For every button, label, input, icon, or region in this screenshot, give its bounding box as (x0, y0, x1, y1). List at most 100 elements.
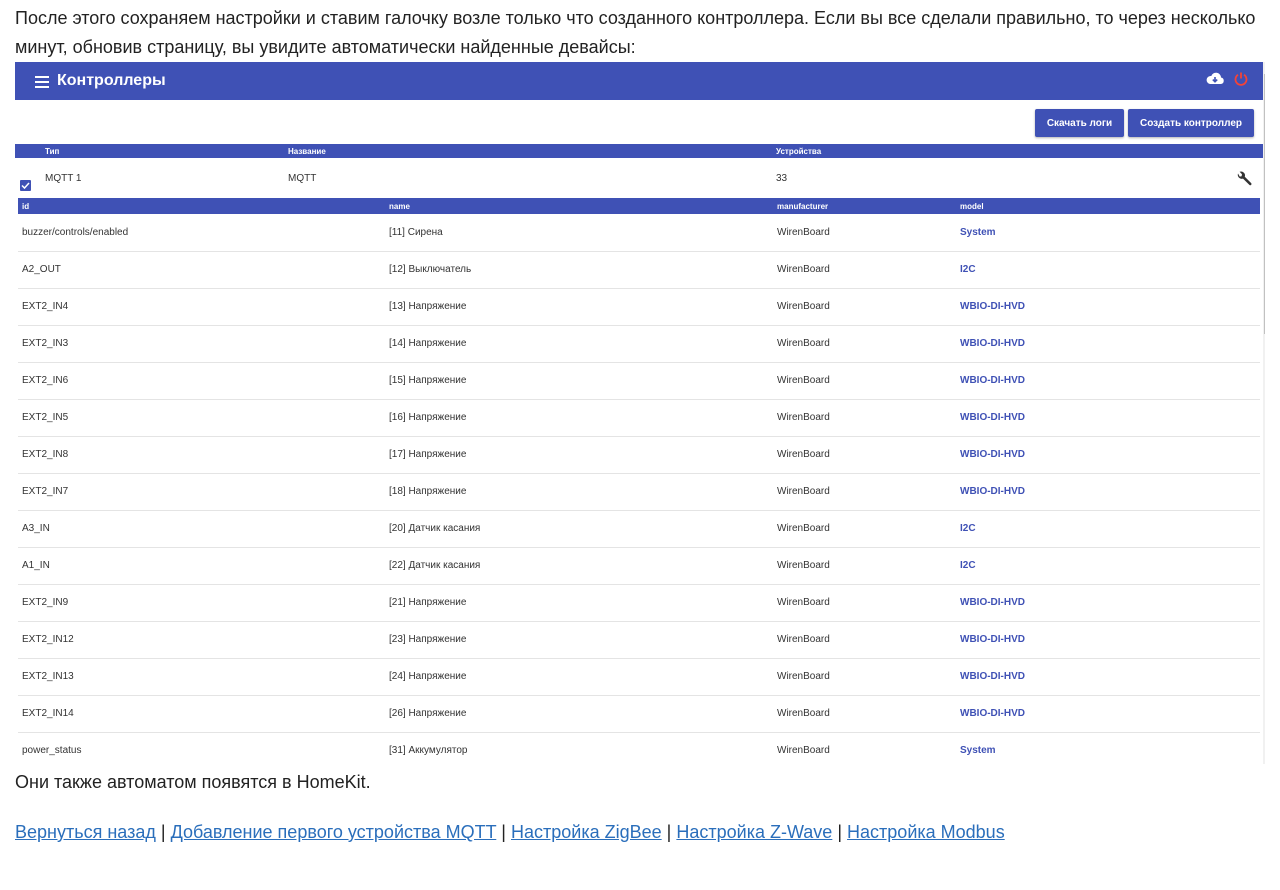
table-row[interactable]: A2_OUT [12] Выключатель WirenBoard I2C (18, 252, 1260, 289)
device-manufacturer: WirenBoard (777, 449, 830, 460)
table-row[interactable]: EXT2_IN7 [18] Напряжение WirenBoard WBIO-DI… (18, 474, 1260, 511)
wrench-icon[interactable] (1235, 170, 1253, 188)
device-id: A1_IN (22, 560, 50, 571)
device-id: EXT2_IN12 (22, 634, 74, 645)
device-name: [14] Напряжение (389, 338, 467, 349)
table-row[interactable]: power_status [31] Аккумулятор WirenBoard Sy… (18, 733, 1260, 764)
device-name: [20] Датчик касания (389, 523, 481, 534)
device-manufacturer: WirenBoard (777, 745, 830, 756)
device-manufacturer: WirenBoard (777, 523, 830, 534)
device-model-link[interactable]: WBIO-DI-HVD (960, 597, 1025, 608)
table-row[interactable]: EXT2_IN4 [13] Напряжение WirenBoard WBIO-DI… (18, 289, 1260, 326)
device-name: [15] Напряжение (389, 375, 467, 386)
device-model-link[interactable]: WBIO-DI-HVD (960, 338, 1025, 349)
device-id: EXT2_IN8 (22, 449, 69, 460)
link-zigbee-setup[interactable]: Настройка ZigBee (511, 822, 662, 842)
header-manufacturer: manufacturer (777, 202, 829, 211)
link-add-mqtt-device[interactable]: Добавление первого устройства MQTT (171, 822, 497, 842)
table-row[interactable]: EXT2_IN6 [15] Напряжение WirenBoard WBIO-DI… (18, 363, 1260, 400)
device-id: power_status (22, 745, 82, 756)
table-row[interactable]: A1_IN [22] Датчик касания WirenBoard I2C (18, 548, 1260, 585)
device-model-link[interactable]: WBIO-DI-HVD (960, 449, 1025, 460)
device-name: [26] Напряжение (389, 708, 467, 719)
device-name: [18] Напряжение (389, 486, 467, 497)
cloud-download-icon[interactable] (1205, 71, 1225, 87)
app-title: Контроллеры (57, 72, 166, 89)
device-model-link[interactable]: WBIO-DI-HVD (960, 708, 1025, 719)
link-separator: | (501, 822, 506, 842)
device-model-link[interactable]: I2C (960, 264, 976, 275)
table-row[interactable]: EXT2_IN8 [17] Напряжение WirenBoard WBIO-DI… (18, 437, 1260, 474)
device-model-link[interactable]: I2C (960, 560, 976, 571)
device-id: EXT2_IN5 (22, 412, 69, 423)
device-name: [16] Напряжение (389, 412, 467, 423)
create-controller-button[interactable]: Создать контроллер (1128, 109, 1254, 137)
checkbox-checked-icon[interactable] (20, 180, 31, 191)
device-manufacturer: WirenBoard (777, 227, 830, 238)
app-screenshot: Контроллеры Скачать логи Создать контрол… (15, 62, 1265, 764)
device-name: [31] Аккумулятор (389, 745, 468, 756)
device-manufacturer: WirenBoard (777, 671, 830, 682)
device-model-link[interactable]: WBIO-DI-HVD (960, 671, 1025, 682)
link-modbus-setup[interactable]: Настройка Modbus (847, 822, 1005, 842)
link-zwave-setup[interactable]: Настройка Z-Wave (676, 822, 832, 842)
header-type: Тип (45, 147, 60, 156)
controller-name: MQTT (288, 173, 317, 184)
device-name: [21] Напряжение (389, 597, 467, 608)
device-manufacturer: WirenBoard (777, 264, 830, 275)
table-row[interactable]: buzzer/controls/enabled [11] Сирена WirenB… (18, 215, 1260, 252)
device-model-link[interactable]: System (960, 227, 996, 238)
device-id: EXT2_IN9 (22, 597, 69, 608)
scrollbar[interactable] (1263, 62, 1265, 764)
device-name: [17] Напряжение (389, 449, 467, 460)
controller-device-count: 33 (776, 173, 788, 184)
header-device-name: name (389, 202, 410, 211)
device-model-link[interactable]: System (960, 745, 996, 756)
power-icon[interactable] (1233, 71, 1249, 87)
app-bar: Контроллеры (15, 62, 1263, 100)
controllers-table-header: Тип Название Устройства (15, 144, 1263, 158)
table-row[interactable]: EXT2_IN9 [21] Напряжение WirenBoard WBIO-DI… (18, 585, 1260, 622)
link-separator: | (837, 822, 843, 842)
header-model: model (960, 202, 984, 211)
device-model-link[interactable]: WBIO-DI-HVD (960, 486, 1025, 497)
header-id: id (22, 202, 30, 211)
table-row[interactable]: A3_IN [20] Датчик касания WirenBoard I2C (18, 511, 1260, 548)
link-back[interactable]: Вернуться назад (15, 822, 156, 842)
device-model-link[interactable]: WBIO-DI-HVD (960, 375, 1025, 386)
menu-icon[interactable] (35, 75, 49, 88)
device-id: A3_IN (22, 523, 50, 534)
device-id: A2_OUT (22, 264, 61, 275)
table-row[interactable]: EXT2_IN5 [16] Напряжение WirenBoard WBIO-DI… (18, 400, 1260, 437)
device-id: EXT2_IN7 (22, 486, 69, 497)
scrollbar-thumb[interactable] (1264, 74, 1265, 334)
device-model-link[interactable]: WBIO-DI-HVD (960, 412, 1025, 423)
device-model-link[interactable]: WBIO-DI-HVD (960, 634, 1025, 645)
device-manufacturer: WirenBoard (777, 412, 830, 423)
nav-links: Вернуться назад | Добавление первого уст… (15, 822, 1005, 843)
table-row[interactable]: EXT2_IN3 [14] Напряжение WirenBoard WBIO-DI… (18, 326, 1260, 363)
devices-table-header: id name manufacturer model (18, 198, 1260, 214)
link-separator: | (160, 822, 166, 842)
device-manufacturer: WirenBoard (777, 560, 830, 571)
device-manufacturer: WirenBoard (777, 486, 830, 497)
device-manufacturer: WirenBoard (777, 634, 830, 645)
controller-row[interactable]: MQTT 1 MQTT 33 (15, 160, 1263, 196)
device-name: [12] Выключатель (389, 264, 472, 275)
device-manufacturer: WirenBoard (777, 597, 830, 608)
device-id: EXT2_IN14 (22, 708, 74, 719)
device-id: buzzer/controls/enabled (22, 227, 129, 238)
table-row[interactable]: EXT2_IN14 [26] Напряжение WirenBoard WBIO-D… (18, 696, 1260, 733)
device-model-link[interactable]: WBIO-DI-HVD (960, 301, 1025, 312)
download-logs-button[interactable]: Скачать логи (1035, 109, 1124, 137)
table-row[interactable]: EXT2_IN12 [23] Напряжение WirenBoard WBIO-D… (18, 622, 1260, 659)
device-name: [13] Напряжение (389, 301, 467, 312)
device-id: EXT2_IN4 (22, 301, 69, 312)
device-id: EXT2_IN3 (22, 338, 69, 349)
device-name: [22] Датчик касания (389, 560, 481, 571)
header-devices: Устройства (776, 147, 822, 156)
device-manufacturer: WirenBoard (777, 375, 830, 386)
device-id: EXT2_IN13 (22, 671, 74, 682)
device-model-link[interactable]: I2C (960, 523, 976, 534)
table-row[interactable]: EXT2_IN13 [24] Напряжение WirenBoard WBIO-D… (18, 659, 1260, 696)
